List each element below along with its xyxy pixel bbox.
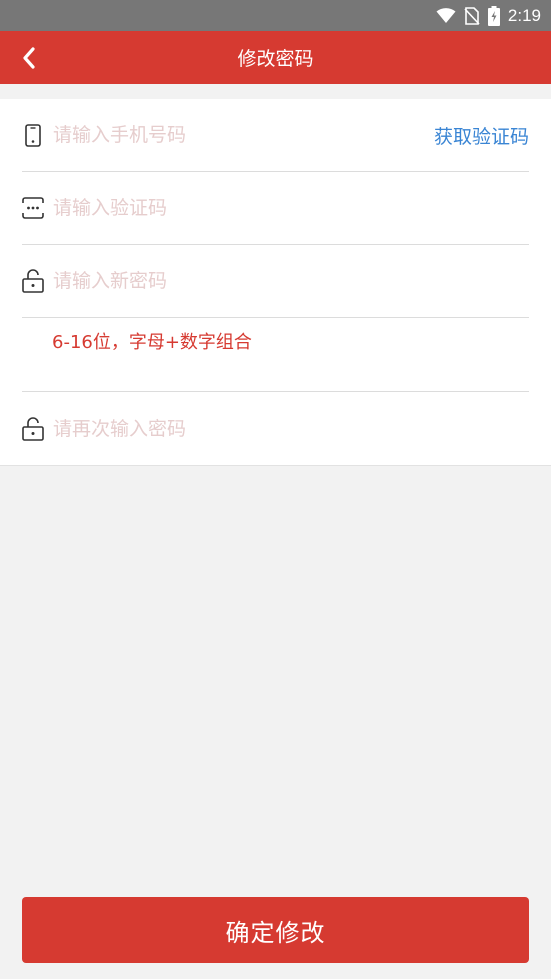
get-code-button[interactable]: 获取验证码 — [434, 122, 529, 149]
confirm-password-row — [22, 392, 529, 465]
confirm-password-input[interactable] — [53, 408, 529, 449]
phone-row: 获取验证码 — [22, 99, 529, 172]
confirm-change-button[interactable]: 确定修改 — [22, 897, 529, 963]
code-row — [22, 172, 529, 245]
status-time: 2:19 — [507, 5, 541, 25]
chevron-left-icon — [23, 47, 35, 69]
new-password-input[interactable] — [53, 261, 529, 301]
unlock-icon — [22, 269, 44, 293]
app-bar: 修改密码 — [0, 31, 551, 84]
new-password-row — [22, 245, 529, 318]
password-hint-row: 6-16位，字母+数字组合 — [22, 318, 529, 392]
change-password-form: 获取验证码 6-16位，字母+数字组合 — [0, 99, 551, 466]
back-button[interactable] — [14, 43, 44, 73]
status-bar: 2:19 — [0, 0, 551, 31]
message-icon — [22, 196, 44, 220]
battery-charging-icon — [487, 5, 500, 26]
unlock-icon — [22, 416, 44, 441]
code-input[interactable] — [53, 188, 529, 228]
no-sim-icon — [464, 6, 480, 25]
page-title: 修改密码 — [237, 48, 314, 70]
phone-input[interactable] — [53, 115, 434, 155]
password-hint: 6-16位，字母+数字组合 — [52, 332, 252, 353]
phone-icon — [22, 123, 44, 147]
wifi-icon — [436, 7, 456, 24]
